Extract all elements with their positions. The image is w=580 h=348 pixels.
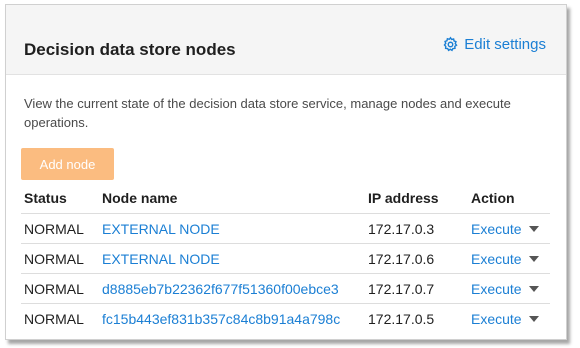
- header-status: Status: [24, 190, 67, 206]
- row-ip-address: 172.17.0.5: [368, 310, 435, 327]
- table-row: NORMAL d8885eb7b22362f677f51360f00ebce3 …: [21, 273, 550, 303]
- add-node-button[interactable]: Add node: [21, 148, 114, 180]
- row-ip-address: 172.17.0.3: [368, 220, 435, 237]
- table-header: Status Node name IP address Action: [21, 183, 550, 213]
- header-ip-address: IP address: [368, 190, 439, 206]
- card-description: View the current state of the decision d…: [24, 96, 511, 130]
- header-action: Action: [471, 190, 515, 206]
- execute-label: Execute: [471, 220, 522, 237]
- caret-down-icon: [528, 255, 539, 262]
- node-name-link[interactable]: EXTERNAL NODE: [102, 221, 368, 237]
- execute-label: Execute: [471, 280, 522, 297]
- node-name-link[interactable]: d8885eb7b22362f677f51360f00ebce3: [102, 281, 368, 297]
- card-header: Decision data store nodes Edit settings: [6, 5, 566, 75]
- header-node-name: Node name: [102, 190, 178, 206]
- gear-icon: [443, 36, 458, 52]
- caret-down-icon: [528, 285, 539, 292]
- execute-dropdown[interactable]: Execute: [471, 311, 550, 327]
- table-row: NORMAL EXTERNAL NODE 172.17.0.6 Execute: [21, 243, 550, 273]
- nodes-table: Status Node name IP address Action NORMA…: [21, 183, 550, 333]
- row-status: NORMAL: [24, 310, 84, 327]
- row-ip-address: 172.17.0.7: [368, 280, 435, 297]
- node-name-link[interactable]: EXTERNAL NODE: [102, 251, 368, 267]
- execute-dropdown[interactable]: Execute: [471, 251, 550, 267]
- node-name-link[interactable]: fc15b443ef831b357c84c8b91a4a798c: [102, 311, 368, 327]
- caret-down-icon: [528, 315, 539, 322]
- execute-dropdown[interactable]: Execute: [471, 281, 550, 297]
- row-status: NORMAL: [24, 220, 84, 237]
- table-row: NORMAL fc15b443ef831b357c84c8b91a4a798c …: [21, 303, 550, 333]
- execute-label: Execute: [471, 310, 522, 327]
- row-status: NORMAL: [24, 280, 84, 297]
- card-title: Decision data store nodes: [24, 40, 236, 59]
- decision-data-store-card: Decision data store nodes Edit settings …: [5, 4, 567, 340]
- row-ip-address: 172.17.0.6: [368, 250, 435, 267]
- edit-settings-label: Edit settings: [464, 36, 546, 53]
- row-status: NORMAL: [24, 250, 84, 267]
- edit-settings-link[interactable]: Edit settings: [442, 36, 546, 53]
- table-row: NORMAL EXTERNAL NODE 172.17.0.3 Execute: [21, 213, 550, 243]
- execute-dropdown[interactable]: Execute: [471, 221, 550, 237]
- caret-down-icon: [528, 225, 539, 232]
- execute-label: Execute: [471, 250, 522, 267]
